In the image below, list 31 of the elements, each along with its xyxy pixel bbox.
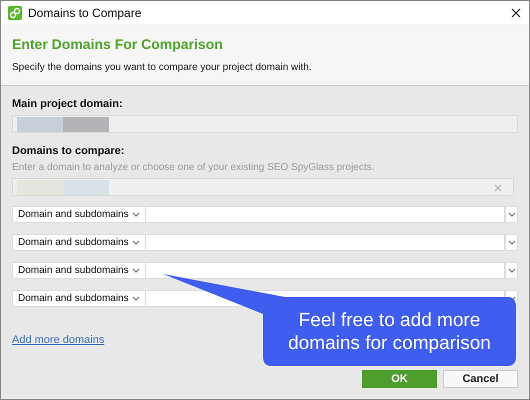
domain-input-field[interactable] [146,234,505,251]
dropdown-button[interactable] [505,234,518,251]
cancel-button[interactable]: Cancel [443,370,518,388]
domain-input-field[interactable] [146,206,505,223]
caret-icon [132,268,140,273]
app-logo-icon [8,6,22,20]
scope-dropdown[interactable]: Domain and subdomains [12,234,146,251]
close-icon[interactable] [511,8,521,18]
main-domain-field[interactable] [12,115,518,133]
window-title: Domains to Compare [28,6,142,20]
caret-icon [508,268,516,273]
project-domain-field[interactable] [12,178,514,196]
add-more-domains-link[interactable]: Add more domains [12,334,104,346]
field-label: Domains to compare: [12,145,126,157]
caret-icon [508,212,516,217]
caret-icon [132,296,140,301]
domain-input-field[interactable] [146,262,505,279]
field-hint: Enter a domain to analyze or choose one of your existing SEO SpyGlass projects. [12,162,376,173]
caret-icon [132,212,140,217]
caret-icon [508,240,516,245]
dropdown-button[interactable] [505,262,518,279]
scope-dropdown[interactable]: Domain and subdomains [12,262,146,279]
scope-dropdown[interactable]: Domain and subdomains [12,206,146,223]
caret-icon [132,240,140,245]
tooltip-text: Feel free to add more domains for comparison [287,309,492,356]
dialog-heading: Enter Domains For Comparison [12,36,224,52]
field-label: Main project domain: [12,98,124,110]
dropdown-button[interactable] [505,206,518,223]
dialog-description: Specify the domains you want to compare your project domain with. [12,62,313,73]
clear-icon[interactable] [494,184,502,192]
scope-dropdown[interactable]: Domain and subdomains [12,290,146,307]
